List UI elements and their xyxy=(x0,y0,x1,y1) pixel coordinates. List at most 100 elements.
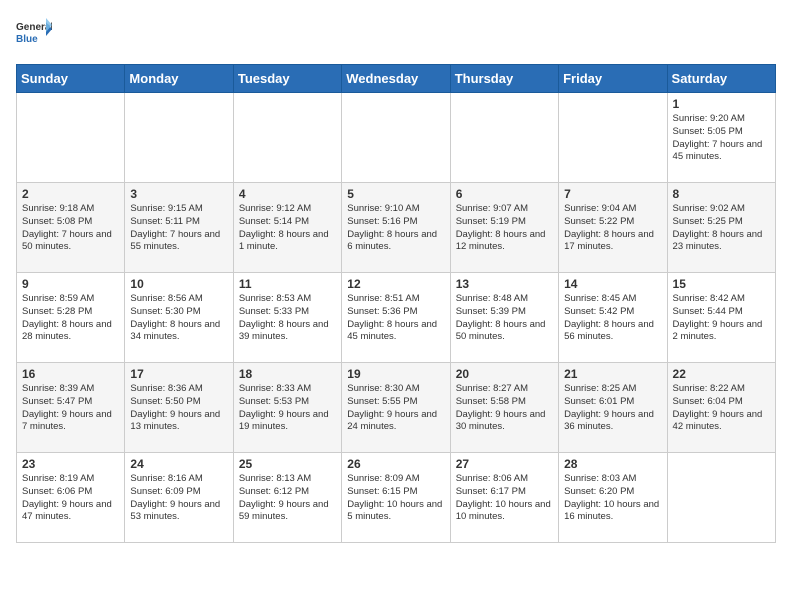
day-info: Sunrise: 8:39 AM Sunset: 5:47 PM Dayligh… xyxy=(22,383,119,434)
day-number: 26 xyxy=(347,457,444,471)
day-cell: 18 Sunrise: 8:33 AM Sunset: 5:53 PM Dayli… xyxy=(233,363,341,453)
day-info: Sunrise: 8:48 AM Sunset: 5:39 PM Dayligh… xyxy=(456,293,553,344)
day-info: Sunrise: 9:10 AM Sunset: 5:16 PM Dayligh… xyxy=(347,203,444,254)
day-cell: 5 Sunrise: 9:10 AM Sunset: 5:16 PM Daylig… xyxy=(342,183,450,273)
day-number: 13 xyxy=(456,277,553,291)
weekday-header-saturday: Saturday xyxy=(667,65,775,93)
day-info: Sunrise: 8:56 AM Sunset: 5:30 PM Dayligh… xyxy=(130,293,227,344)
day-info: Sunrise: 9:12 AM Sunset: 5:14 PM Dayligh… xyxy=(239,203,336,254)
day-info: Sunrise: 9:07 AM Sunset: 5:19 PM Dayligh… xyxy=(456,203,553,254)
day-cell: 10 Sunrise: 8:56 AM Sunset: 5:30 PM Dayli… xyxy=(125,273,233,363)
day-number: 25 xyxy=(239,457,336,471)
day-cell xyxy=(450,93,558,183)
day-cell xyxy=(17,93,125,183)
day-number: 24 xyxy=(130,457,227,471)
day-cell: 27 Sunrise: 8:06 AM Sunset: 6:17 PM Dayli… xyxy=(450,453,558,543)
day-cell: 8 Sunrise: 9:02 AM Sunset: 5:25 PM Daylig… xyxy=(667,183,775,273)
day-cell: 19 Sunrise: 8:30 AM Sunset: 5:55 PM Dayli… xyxy=(342,363,450,453)
day-info: Sunrise: 9:15 AM Sunset: 5:11 PM Dayligh… xyxy=(130,203,227,254)
weekday-header-row: SundayMondayTuesdayWednesdayThursdayFrid… xyxy=(17,65,776,93)
day-cell: 1 Sunrise: 9:20 AM Sunset: 5:05 PM Daylig… xyxy=(667,93,775,183)
week-row-2: 9 Sunrise: 8:59 AM Sunset: 5:28 PM Daylig… xyxy=(17,273,776,363)
day-number: 11 xyxy=(239,277,336,291)
day-info: Sunrise: 9:04 AM Sunset: 5:22 PM Dayligh… xyxy=(564,203,661,254)
day-number: 10 xyxy=(130,277,227,291)
day-info: Sunrise: 8:27 AM Sunset: 5:58 PM Dayligh… xyxy=(456,383,553,434)
day-cell xyxy=(342,93,450,183)
day-number: 28 xyxy=(564,457,661,471)
day-cell xyxy=(233,93,341,183)
day-cell: 4Sunrise: 9:12 AM Sunset: 5:14 PM Daylig… xyxy=(233,183,341,273)
day-info: Sunrise: 8:16 AM Sunset: 6:09 PM Dayligh… xyxy=(130,473,227,524)
day-info: Sunrise: 8:33 AM Sunset: 5:53 PM Dayligh… xyxy=(239,383,336,434)
day-info: Sunrise: 8:30 AM Sunset: 5:55 PM Dayligh… xyxy=(347,383,444,434)
day-number: 16 xyxy=(22,367,119,381)
day-cell xyxy=(667,453,775,543)
day-number: 3 xyxy=(130,187,227,201)
day-number: 6 xyxy=(456,187,553,201)
week-row-4: 23 Sunrise: 8:19 AM Sunset: 6:06 PM Dayli… xyxy=(17,453,776,543)
day-cell: 3 Sunrise: 9:15 AM Sunset: 5:11 PM Daylig… xyxy=(125,183,233,273)
day-info: Sunrise: 9:18 AM Sunset: 5:08 PM Dayligh… xyxy=(22,203,119,254)
weekday-header-thursday: Thursday xyxy=(450,65,558,93)
day-cell xyxy=(559,93,667,183)
day-info: Sunrise: 8:59 AM Sunset: 5:28 PM Dayligh… xyxy=(22,293,119,344)
day-cell: 6 Sunrise: 9:07 AM Sunset: 5:19 PM Daylig… xyxy=(450,183,558,273)
day-cell: 15 Sunrise: 8:42 AM Sunset: 5:44 PM Dayli… xyxy=(667,273,775,363)
day-info: Sunrise: 8:45 AM Sunset: 5:42 PM Dayligh… xyxy=(564,293,661,344)
week-row-3: 16 Sunrise: 8:39 AM Sunset: 5:47 PM Dayli… xyxy=(17,363,776,453)
day-info: Sunrise: 8:51 AM Sunset: 5:36 PM Dayligh… xyxy=(347,293,444,344)
day-info: Sunrise: 8:36 AM Sunset: 5:50 PM Dayligh… xyxy=(130,383,227,434)
day-number: 9 xyxy=(22,277,119,291)
day-info: Sunrise: 9:02 AM Sunset: 5:25 PM Dayligh… xyxy=(673,203,770,254)
logo: General Blue xyxy=(16,16,52,52)
day-number: 19 xyxy=(347,367,444,381)
day-number: 18 xyxy=(239,367,336,381)
day-cell: 28 Sunrise: 8:03 AM Sunset: 6:20 PM Dayli… xyxy=(559,453,667,543)
day-number: 14 xyxy=(564,277,661,291)
day-number: 5 xyxy=(347,187,444,201)
calendar-table: SundayMondayTuesdayWednesdayThursdayFrid… xyxy=(16,64,776,543)
week-row-1: 2 Sunrise: 9:18 AM Sunset: 5:08 PM Daylig… xyxy=(17,183,776,273)
day-cell: 7Sunrise: 9:04 AM Sunset: 5:22 PM Daylig… xyxy=(559,183,667,273)
day-cell xyxy=(125,93,233,183)
day-number: 23 xyxy=(22,457,119,471)
day-number: 27 xyxy=(456,457,553,471)
day-info: Sunrise: 8:09 AM Sunset: 6:15 PM Dayligh… xyxy=(347,473,444,524)
day-cell: 11 Sunrise: 8:53 AM Sunset: 5:33 PM Dayli… xyxy=(233,273,341,363)
day-number: 1 xyxy=(673,97,770,111)
day-info: Sunrise: 8:03 AM Sunset: 6:20 PM Dayligh… xyxy=(564,473,661,524)
day-cell: 12 Sunrise: 8:51 AM Sunset: 5:36 PM Dayli… xyxy=(342,273,450,363)
day-cell: 21Sunrise: 8:25 AM Sunset: 6:01 PM Dayli… xyxy=(559,363,667,453)
day-cell: 16 Sunrise: 8:39 AM Sunset: 5:47 PM Dayli… xyxy=(17,363,125,453)
day-info: Sunrise: 8:25 AM Sunset: 6:01 PM Dayligh… xyxy=(564,383,661,434)
logo-svg: General Blue xyxy=(16,16,52,52)
day-number: 20 xyxy=(456,367,553,381)
day-number: 2 xyxy=(22,187,119,201)
day-cell: 20 Sunrise: 8:27 AM Sunset: 5:58 PM Dayli… xyxy=(450,363,558,453)
day-cell: 17 Sunrise: 8:36 AM Sunset: 5:50 PM Dayli… xyxy=(125,363,233,453)
day-cell: 14 Sunrise: 8:45 AM Sunset: 5:42 PM Dayli… xyxy=(559,273,667,363)
day-cell: 24 Sunrise: 8:16 AM Sunset: 6:09 PM Dayli… xyxy=(125,453,233,543)
day-info: Sunrise: 8:06 AM Sunset: 6:17 PM Dayligh… xyxy=(456,473,553,524)
day-number: 17 xyxy=(130,367,227,381)
day-info: Sunrise: 8:22 AM Sunset: 6:04 PM Dayligh… xyxy=(673,383,770,434)
day-cell: 13 Sunrise: 8:48 AM Sunset: 5:39 PM Dayli… xyxy=(450,273,558,363)
day-info: Sunrise: 8:53 AM Sunset: 5:33 PM Dayligh… xyxy=(239,293,336,344)
day-info: Sunrise: 8:42 AM Sunset: 5:44 PM Dayligh… xyxy=(673,293,770,344)
day-cell: 23 Sunrise: 8:19 AM Sunset: 6:06 PM Dayli… xyxy=(17,453,125,543)
day-cell: 9 Sunrise: 8:59 AM Sunset: 5:28 PM Daylig… xyxy=(17,273,125,363)
weekday-header-monday: Monday xyxy=(125,65,233,93)
day-cell: 2 Sunrise: 9:18 AM Sunset: 5:08 PM Daylig… xyxy=(17,183,125,273)
weekday-header-friday: Friday xyxy=(559,65,667,93)
day-number: 8 xyxy=(673,187,770,201)
day-number: 22 xyxy=(673,367,770,381)
week-row-0: 1 Sunrise: 9:20 AM Sunset: 5:05 PM Daylig… xyxy=(17,93,776,183)
day-info: Sunrise: 8:19 AM Sunset: 6:06 PM Dayligh… xyxy=(22,473,119,524)
weekday-header-tuesday: Tuesday xyxy=(233,65,341,93)
weekday-header-wednesday: Wednesday xyxy=(342,65,450,93)
day-number: 12 xyxy=(347,277,444,291)
day-cell: 26 Sunrise: 8:09 AM Sunset: 6:15 PM Dayli… xyxy=(342,453,450,543)
day-number: 15 xyxy=(673,277,770,291)
day-info: Sunrise: 9:20 AM Sunset: 5:05 PM Dayligh… xyxy=(673,113,770,164)
